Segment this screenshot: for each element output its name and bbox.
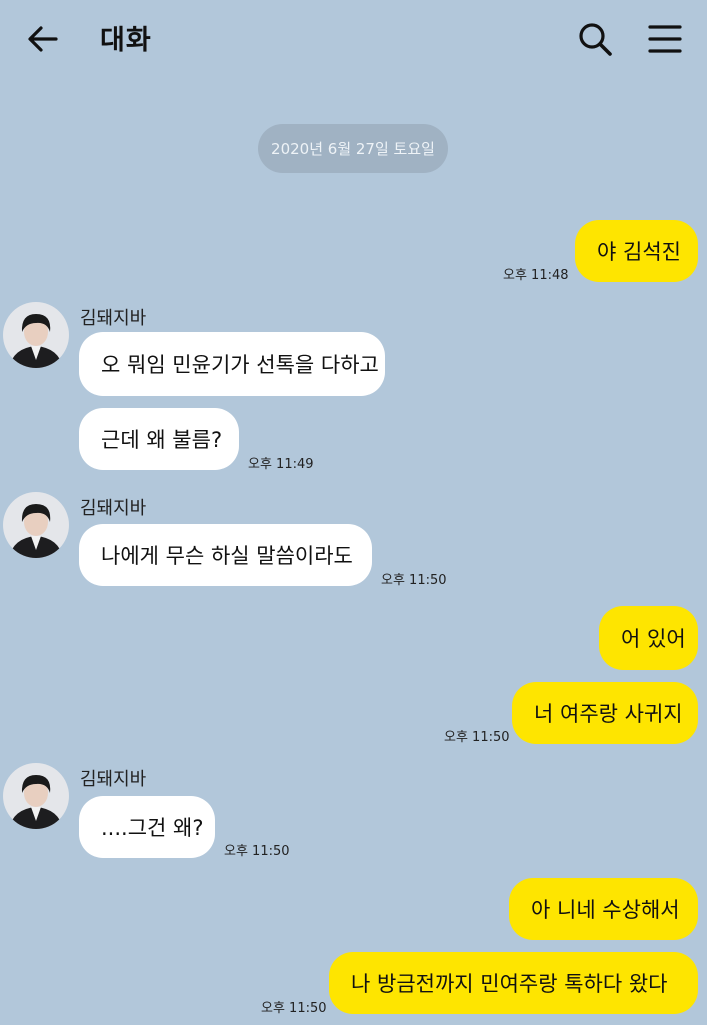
date-divider: 2020년 6월 27일 토요일 [258, 124, 448, 173]
chat-bubble-sent[interactable]: 어 있어 [599, 606, 698, 670]
message-time: 오후 11:50 [224, 844, 290, 859]
chat-bubble-sent[interactable]: 나 방금전까지 민여주랑 톡하다 왔다 [329, 952, 698, 1014]
arrow-left-icon [28, 26, 58, 52]
profile-photo [3, 492, 69, 558]
avatar[interactable] [3, 302, 69, 368]
chat-bubble-sent[interactable]: 야 김석진 [575, 220, 698, 282]
sender-name: 김돼지바 [80, 308, 147, 329]
chat-bubble-received[interactable]: 근데 왜 불름? [79, 408, 239, 470]
avatar[interactable] [3, 763, 69, 829]
chat-bubble-sent[interactable]: 아 니네 수상해서 [509, 878, 698, 940]
search-icon [579, 23, 612, 56]
chat-bubble-received[interactable]: ....그건 왜? [79, 796, 215, 858]
profile-photo [3, 302, 69, 368]
hamburger-menu-icon [648, 25, 682, 53]
message-time: 오후 11:49 [248, 457, 314, 472]
back-button[interactable] [22, 18, 64, 60]
profile-photo [3, 763, 69, 829]
message-time: 오후 11:50 [261, 1001, 327, 1016]
chat-bubble-received[interactable]: 나에게 무슨 하실 말씀이라도 [79, 524, 372, 586]
page-title: 대화 [100, 25, 152, 56]
message-time: 오후 11:50 [381, 573, 447, 588]
sender-name: 김돼지바 [80, 769, 147, 790]
message-time: 오후 11:48 [503, 268, 569, 283]
sender-name: 김돼지바 [80, 498, 147, 519]
avatar[interactable] [3, 492, 69, 558]
chat-bubble-sent[interactable]: 너 여주랑 사귀지 [512, 682, 698, 744]
message-time: 오후 11:50 [444, 730, 510, 745]
search-button[interactable] [574, 18, 616, 60]
chat-bubble-received[interactable]: 오 뭐임 민윤기가 선톡을 다하고 [79, 332, 385, 396]
menu-button[interactable] [644, 18, 686, 60]
